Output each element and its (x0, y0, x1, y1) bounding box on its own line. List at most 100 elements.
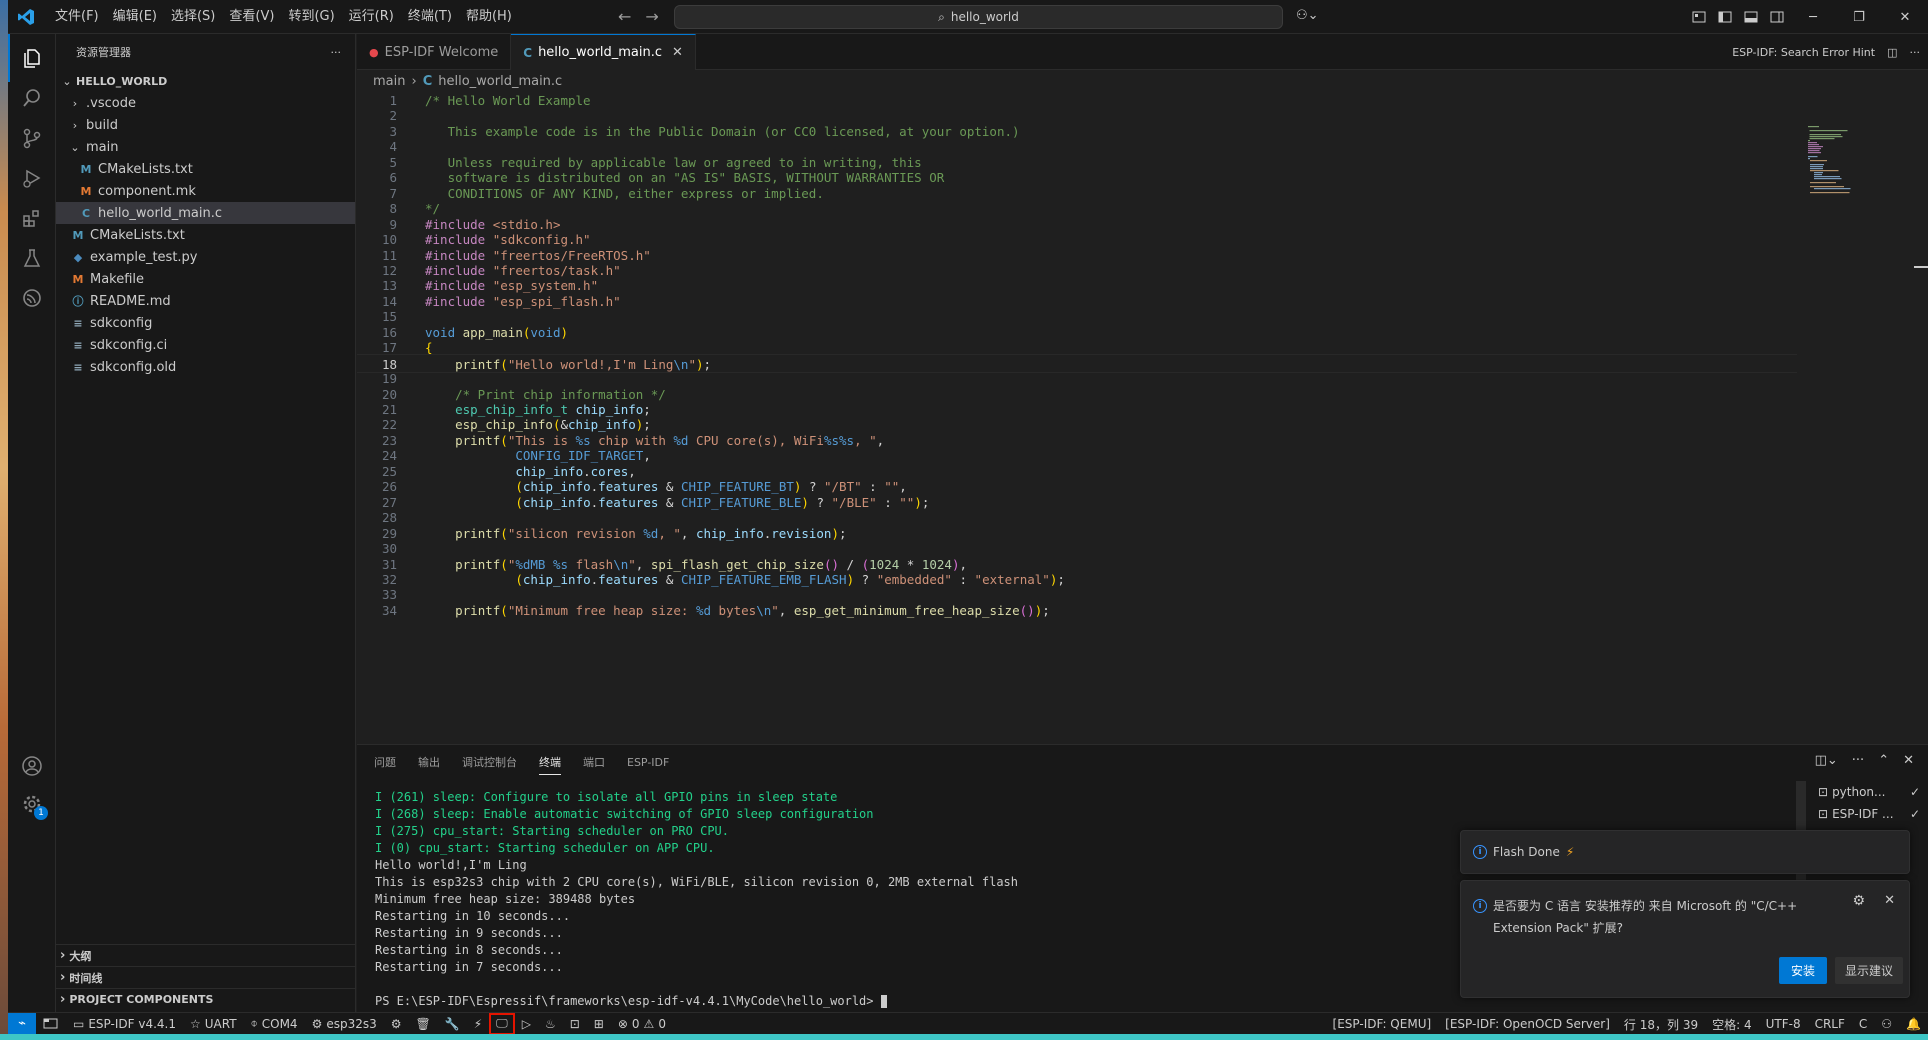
build-flash-monitor-flame-icon[interactable]: ♨ (538, 1013, 563, 1035)
status-port[interactable]: ⌽ COM4 (244, 1013, 305, 1035)
status-openocd[interactable]: [ESP-IDF: OpenOCD Server] (1438, 1013, 1617, 1035)
section-timeline[interactable]: › 时间线 (56, 966, 355, 988)
tab-hello-world-main[interactable]: C hello_world_main.c ✕ (511, 34, 696, 70)
panel-tab-terminal[interactable]: 终端 (539, 754, 561, 775)
section-outline[interactable]: › 大纲 (56, 944, 355, 966)
close-icon[interactable]: ✕ (1884, 893, 1895, 908)
maximize-panel-icon[interactable]: ⌃ (1878, 753, 1889, 768)
menu-selection[interactable]: 选择(S) (164, 0, 222, 34)
copilot-icon[interactable]: ⚇⌄ (1296, 8, 1319, 23)
tree-item-sdkconfig-ci[interactable]: ≡ sdkconfig.ci (56, 334, 355, 356)
panel-tab-output[interactable]: 输出 (418, 754, 440, 770)
more-actions-icon[interactable]: ··· (1910, 46, 1921, 59)
minimize-icon[interactable]: ─ (1790, 0, 1836, 34)
panel-tab-ports[interactable]: 端口 (583, 754, 605, 770)
status-language[interactable]: C (1852, 1013, 1874, 1035)
copilot-status-icon[interactable]: ⚇ (1874, 1013, 1899, 1035)
breadcrumb-folder[interactable]: main (373, 74, 405, 89)
tree-item-component-mk[interactable]: M component.mk (56, 180, 355, 202)
menu-terminal[interactable]: 终端(T) (401, 0, 459, 34)
custom-task-icon[interactable]: ⊞ (587, 1013, 611, 1035)
breadcrumb-file[interactable]: hello_world_main.c (438, 74, 562, 89)
close-tab-icon[interactable]: ✕ (672, 45, 683, 60)
status-indentation[interactable]: 空格: 4 (1705, 1013, 1759, 1035)
settings-gear-icon[interactable]: 1 (8, 780, 56, 828)
tree-item-main[interactable]: ⌄ main (56, 136, 355, 158)
workspace-root[interactable]: ⌄ HELLO_WORLD (56, 70, 355, 92)
tree-item-hello-world-main[interactable]: C hello_world_main.c (56, 202, 355, 224)
tab-esp-idf-welcome[interactable]: ● ESP-IDF Welcome (357, 34, 512, 70)
tree-item-sdkconfig-old[interactable]: ≡ sdkconfig.old (56, 356, 355, 378)
status-encoding[interactable]: UTF-8 (1759, 1013, 1808, 1035)
gear-icon[interactable]: ⚙ (1852, 893, 1865, 909)
show-recommendations-button[interactable]: 显示建议 (1835, 957, 1904, 984)
terminal-item-esp-idf[interactable]: ⊡ ESP-IDF ... ✓ (1808, 803, 1928, 825)
open-terminal-icon[interactable]: ⊡ (563, 1013, 587, 1035)
restore-icon[interactable]: ❐ (1836, 0, 1882, 34)
toggle-panel-icon[interactable] (1738, 0, 1764, 34)
status-flash-method[interactable]: ☆ UART (183, 1013, 244, 1035)
minimap-line (1809, 130, 1848, 132)
terminal-line: PS E:\ESP-IDF\Espressif\frameworks\esp-i… (375, 993, 1018, 1010)
status-qemu[interactable]: [ESP-IDF: QEMU] (1326, 1013, 1439, 1035)
customize-layout-icon[interactable] (1686, 0, 1712, 34)
toggle-secondary-sidebar-icon[interactable] (1764, 0, 1790, 34)
tree-item-sdkconfig[interactable]: ≡ sdkconfig (56, 312, 355, 334)
menu-run[interactable]: 运行(R) (342, 0, 401, 34)
menu-edit[interactable]: 编辑(E) (106, 0, 164, 34)
status-idf-version[interactable]: ▭ ESP-IDF v4.4.1 (66, 1013, 183, 1035)
tree-item-vscode[interactable]: › .vscode (56, 92, 355, 114)
debug-icon[interactable]: ▷ (515, 1013, 538, 1035)
split-editor-icon[interactable]: ◫ (1887, 46, 1897, 59)
minimap[interactable] (1808, 126, 1868, 216)
section-project-components[interactable]: › PROJECT COMPONENTS (56, 988, 355, 1010)
terminal-item-python[interactable]: ⊡ python... ✓ (1808, 781, 1928, 803)
back-arrow-icon[interactable]: ← (618, 7, 631, 26)
menu-go[interactable]: 转到(G) (281, 0, 341, 34)
code-line[interactable]: 34 printf("Minimum free heap size: %d by… (357, 601, 1797, 620)
tree-item-main-cmakelists[interactable]: M CMakeLists.txt (56, 158, 355, 180)
status-idf-version-label: ESP-IDF v4.4.1 (88, 1016, 176, 1031)
full-clean-trash-icon[interactable]: 🗑 (409, 1013, 438, 1035)
notification-flash-done[interactable]: i Flash Done ⚡ (1460, 830, 1910, 874)
more-actions-icon[interactable]: ··· (331, 46, 342, 59)
menu-file[interactable]: 文件(F) (48, 0, 106, 34)
tree-item-makefile[interactable]: M Makefile (56, 268, 355, 290)
build-wrench-icon[interactable]: 🔧 (438, 1013, 467, 1035)
terminal-output[interactable]: I (261) sleep: Configure to isolate all … (375, 789, 1018, 1010)
flash-lightning-icon[interactable]: ⚡ (467, 1013, 489, 1035)
install-button[interactable]: 安装 (1779, 957, 1828, 984)
status-cursor-position[interactable]: 行 18，列 39 (1617, 1013, 1705, 1035)
tree-item-cmakelists[interactable]: M CMakeLists.txt (56, 224, 355, 246)
split-terminal-icon[interactable]: ◫⌄ (1815, 753, 1838, 768)
tree-item-label: Makefile (90, 271, 145, 287)
panel-tab-esp-idf[interactable]: ESP-IDF (627, 756, 669, 769)
command-center-search[interactable]: ⌕ hello_world (674, 5, 1283, 29)
panel-tab-problems[interactable]: 问题 (374, 754, 396, 770)
code-editor[interactable]: 1/* Hello World Example 2 3 This example c… (357, 92, 1917, 744)
status-eol[interactable]: CRLF (1808, 1013, 1852, 1035)
tree-item-readme[interactable]: ⓘ README.md (56, 290, 355, 312)
close-panel-icon[interactable]: ✕ (1903, 753, 1914, 768)
notifications-bell-icon[interactable]: 🔔 (1899, 1013, 1928, 1035)
tree-item-example-test[interactable]: ◆ example_test.py (56, 246, 355, 268)
star-icon: ☆ (189, 1016, 201, 1031)
monitor-device-icon[interactable]: 🖵 (489, 1012, 515, 1035)
sdk-config-gear-icon[interactable]: ⚙ (384, 1013, 409, 1035)
more-actions-icon[interactable]: ··· (1852, 753, 1864, 768)
tree-item-build[interactable]: › build (56, 114, 355, 136)
espressif-icon[interactable] (8, 274, 56, 322)
status-bar: ⌁ ▭ ESP-IDF v4.4.1 ☆ UART ⌽ COM4 ⚙ esp32… (8, 1012, 1928, 1035)
panel-tab-debug-console[interactable]: 调试控制台 (462, 754, 517, 770)
menu-help[interactable]: 帮助(H) (459, 0, 519, 34)
status-problems[interactable]: ⊗ 0 ⚠ 0 (611, 1013, 673, 1035)
esp-idf-search-error-hint[interactable]: ESP-IDF: Search Error Hint (1732, 46, 1875, 59)
toggle-sidebar-icon[interactable] (1712, 0, 1738, 34)
tree-item-label: build (86, 117, 118, 133)
remote-icon[interactable]: ⌁ (8, 1012, 36, 1035)
status-target[interactable]: ⚙ esp32s3 (305, 1013, 384, 1035)
close-window-icon[interactable]: ✕ (1882, 0, 1928, 34)
esp-idf-explorer-icon[interactable] (36, 1013, 66, 1035)
menu-view[interactable]: 查看(V) (222, 0, 281, 34)
forward-arrow-icon[interactable]: → (645, 7, 658, 26)
